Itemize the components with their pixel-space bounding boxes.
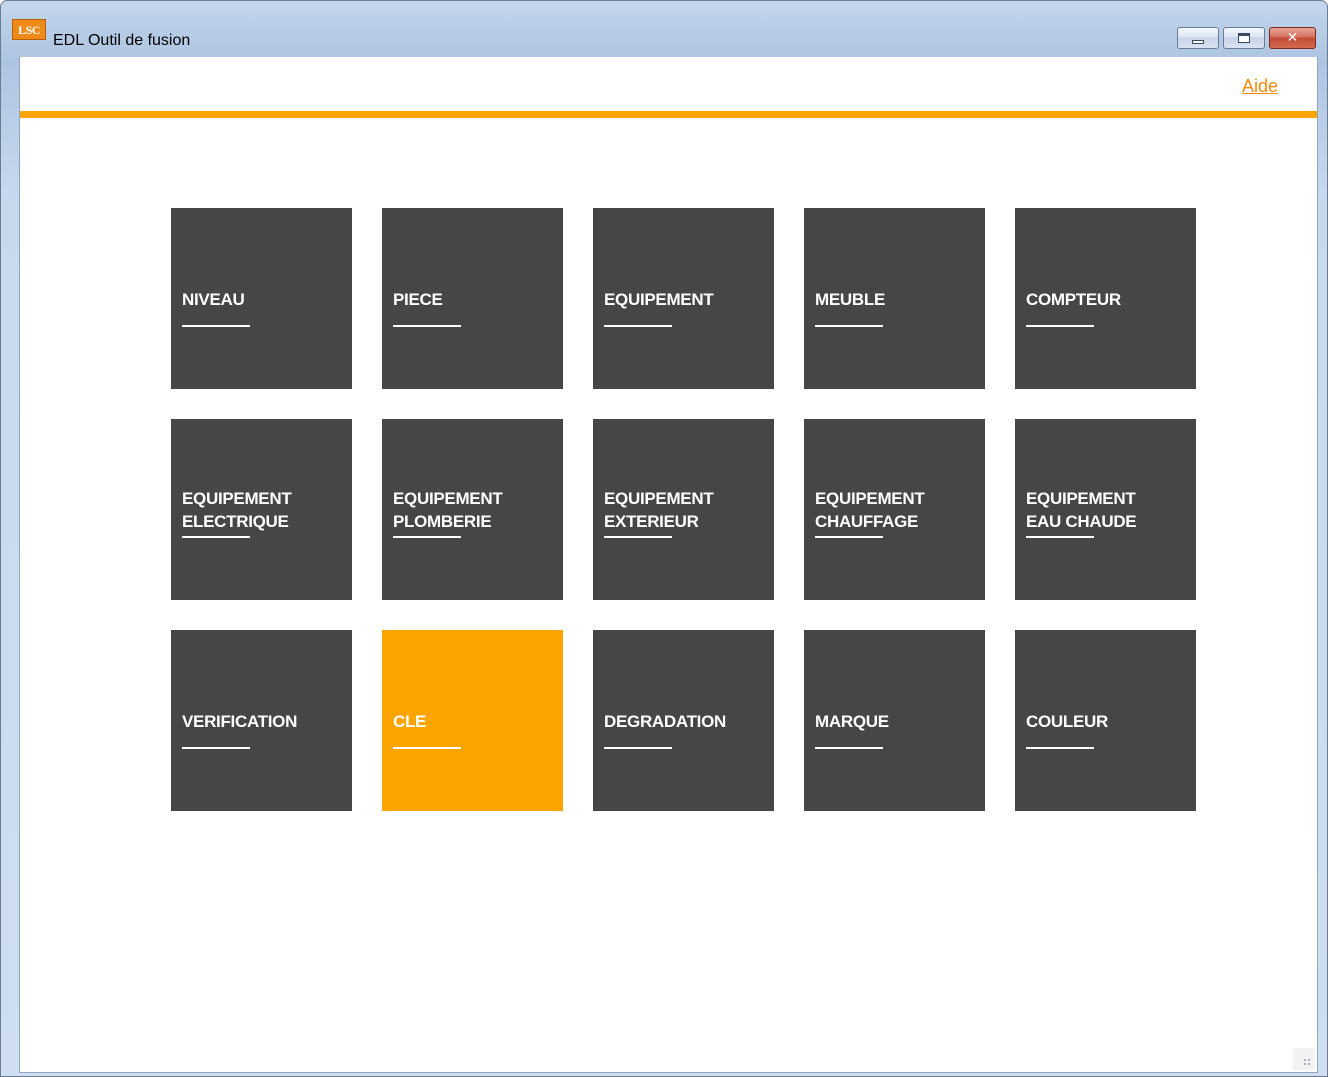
tile-label: CLE (393, 712, 427, 731)
header-divider (20, 111, 1317, 118)
tile-label: MARQUE (815, 712, 889, 731)
tile-verification[interactable]: VERIFICATION (171, 630, 352, 811)
tile-underline (182, 747, 250, 749)
tile-equipement-eau-chaude[interactable]: EQUIPEMENT EAU CHAUDE (1015, 419, 1196, 600)
tile-underline (182, 325, 250, 327)
resize-grip-icon[interactable] (1293, 1048, 1315, 1070)
tile-meuble[interactable]: MEUBLE (804, 208, 985, 389)
help-link[interactable]: Aide (1242, 76, 1278, 97)
tile-underline (1026, 747, 1094, 749)
minimize-button[interactable] (1177, 27, 1219, 49)
tile-label: DEGRADATION (604, 712, 726, 731)
tile-label: PIECE (393, 290, 443, 309)
tile-underline (393, 747, 461, 749)
tile-equipement-electrique[interactable]: EQUIPEMENT ELECTRIQUE (171, 419, 352, 600)
tile-label: VERIFICATION (182, 712, 298, 731)
tile-underline (604, 325, 672, 327)
minimize-icon (1192, 40, 1204, 44)
tile-underline (604, 536, 672, 538)
tile-label: EQUIPEMENT EAU CHAUDE (1026, 489, 1137, 531)
tile-label: COMPTEUR (1026, 290, 1121, 309)
tile-marque[interactable]: MARQUE (804, 630, 985, 811)
tile-underline (604, 747, 672, 749)
tile-underline (815, 747, 883, 749)
tile-cle[interactable]: CLE (382, 630, 563, 811)
tile-equipement-chauffage[interactable]: EQUIPEMENT CHAUFFAGE (804, 419, 985, 600)
tile-label: EQUIPEMENT PLOMBERIE (393, 489, 503, 531)
app-window: LSC EDL Outil de fusion ✕ Aide NIVEAU PIE… (0, 0, 1328, 1077)
tile-piece[interactable]: PIECE (382, 208, 563, 389)
maximize-button[interactable] (1223, 27, 1265, 49)
tile-underline (393, 325, 461, 327)
main-content: Aide NIVEAU PIECE EQUIPEMENT MEUBLE COMPTEUR… (19, 57, 1318, 1073)
tile-underline (1026, 325, 1094, 327)
tile-label: EQUIPEMENT (604, 290, 714, 309)
title-bar[interactable]: LSC EDL Outil de fusion ✕ (1, 1, 1327, 57)
window-controls: ✕ (1177, 27, 1316, 49)
tile-underline (815, 325, 883, 327)
tile-equipement[interactable]: EQUIPEMENT (593, 208, 774, 389)
close-icon: ✕ (1286, 30, 1299, 46)
tile-degradation[interactable]: DEGRADATION (593, 630, 774, 811)
tile-label: EQUIPEMENT ELECTRIQUE (182, 489, 292, 531)
tile-label: NIVEAU (182, 290, 245, 309)
tile-underline (1026, 536, 1094, 538)
tile-label: EQUIPEMENT EXTERIEUR (604, 489, 714, 531)
app-logo-icon: LSC (12, 19, 46, 40)
tile-label: EQUIPEMENT CHAUFFAGE (815, 489, 925, 531)
tile-label: MEUBLE (815, 290, 885, 309)
tile-equipement-exterieur[interactable]: EQUIPEMENT EXTERIEUR (593, 419, 774, 600)
tile-couleur[interactable]: COULEUR (1015, 630, 1196, 811)
tile-underline (393, 536, 461, 538)
tile-label: COULEUR (1026, 712, 1108, 731)
category-tile-grid: NIVEAU PIECE EQUIPEMENT MEUBLE COMPTEUR EQUIP… (171, 208, 1196, 811)
tile-underline (815, 536, 883, 538)
window-title: EDL Outil de fusion (53, 32, 191, 49)
maximize-icon (1238, 33, 1250, 43)
tile-underline (182, 536, 250, 538)
tile-compteur[interactable]: COMPTEUR (1015, 208, 1196, 389)
tile-equipement-plomberie[interactable]: EQUIPEMENT PLOMBERIE (382, 419, 563, 600)
close-button[interactable]: ✕ (1269, 27, 1316, 49)
tile-niveau[interactable]: NIVEAU (171, 208, 352, 389)
